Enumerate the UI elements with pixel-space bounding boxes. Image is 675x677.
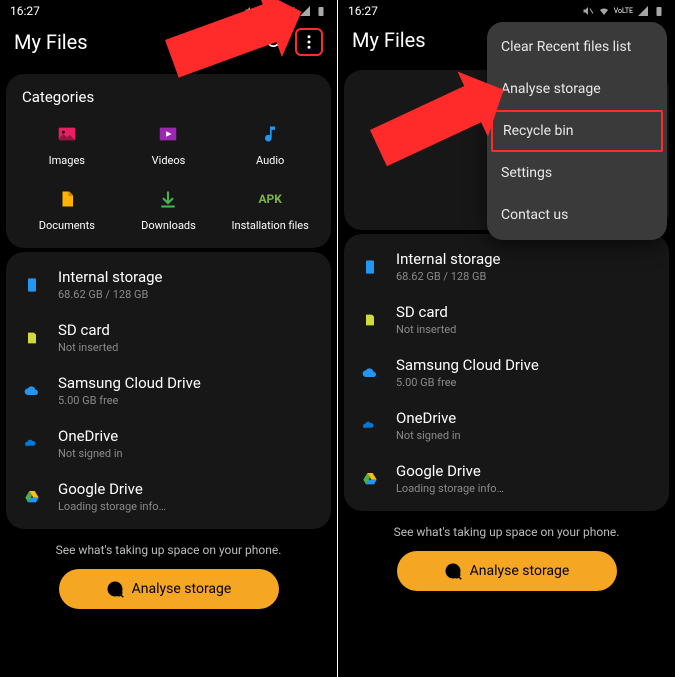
storage-sub: Loading storage info…: [396, 482, 504, 495]
storage-card: Internal storage 68.62 GB / 128 GB SD car…: [6, 252, 331, 529]
status-icons: VoLTE: [582, 5, 665, 17]
analyse-label: Analyse storage: [470, 563, 570, 579]
storage-sub: Not inserted: [58, 341, 118, 354]
category-label: Images: [49, 154, 85, 167]
categories-title: Categories: [22, 88, 315, 106]
phone-icon: [20, 273, 44, 297]
categories-card: Categories Images Videos Audio Documents…: [6, 74, 331, 248]
storage-sub: 5.00 GB free: [396, 376, 539, 389]
category-label: Audio: [256, 154, 284, 167]
category-label: Documents: [39, 219, 95, 232]
storage-card: Internal storage 68.62 GB / 128 GB SD car…: [344, 234, 669, 511]
storage-sub: 68.62 GB / 128 GB: [396, 270, 501, 283]
category-images[interactable]: Images: [16, 120, 118, 167]
document-icon: [53, 185, 81, 213]
storage-sdcard[interactable]: SD card Not inserted: [16, 311, 321, 364]
onedrive-icon: [358, 414, 382, 438]
storage-sub: 68.62 GB / 128 GB: [58, 288, 163, 301]
music-icon: [256, 120, 284, 148]
storage-name: SD card: [396, 303, 456, 321]
storage-gdrive[interactable]: Google Drive Loading storage info…: [16, 470, 321, 523]
storage-sub: Not inserted: [396, 323, 456, 336]
phone-left: 16:27 VoLTE My Files Categories Images V…: [0, 0, 337, 677]
storage-name: Internal storage: [58, 268, 163, 286]
category-audio[interactable]: Audio: [219, 120, 321, 167]
storage-name: Samsung Cloud Drive: [396, 356, 539, 374]
statusbar: 16:27 VoLTE: [338, 0, 675, 20]
sdcard-icon: [20, 326, 44, 350]
menu-analyse-storage[interactable]: Analyse storage: [487, 68, 667, 110]
storage-name: OneDrive: [396, 409, 461, 427]
storage-internal[interactable]: Internal storage 68.62 GB / 128 GB: [354, 240, 659, 293]
bottom-hint: See what's taking up space on your phone…: [0, 543, 337, 557]
storage-sub: Not signed in: [58, 447, 123, 460]
storage-sdcard[interactable]: SD card Not inserted: [354, 293, 659, 346]
categories-grid: Images Videos Audio Documents Downloads …: [16, 120, 321, 232]
clock: 16:27: [348, 4, 378, 18]
storage-onedrive[interactable]: OneDrive Not signed in: [354, 399, 659, 452]
storage-name: Google Drive: [396, 462, 504, 480]
battery-icon: [653, 5, 665, 17]
menu-recycle-bin[interactable]: Recycle bin: [491, 110, 663, 152]
play-icon: [154, 120, 182, 148]
gdrive-icon: [358, 467, 382, 491]
storage-name: Google Drive: [58, 480, 166, 498]
storage-samsungcloud[interactable]: Samsung Cloud Drive 5.00 GB free: [354, 346, 659, 399]
gdrive-icon: [20, 485, 44, 509]
storage-sub: Loading storage info…: [58, 500, 166, 513]
analyse-storage-button[interactable]: Analyse storage: [397, 551, 617, 591]
network-label: VoLTE: [614, 8, 633, 15]
category-documents[interactable]: Documents: [16, 185, 118, 232]
battery-icon: [315, 5, 327, 17]
analyse-icon: [106, 580, 124, 598]
analyse-icon: [444, 562, 462, 580]
clock: 16:27: [10, 4, 40, 18]
category-label: Downloads: [141, 219, 196, 232]
category-videos[interactable]: Videos: [118, 120, 220, 167]
storage-name: OneDrive: [58, 427, 123, 445]
wifi-icon: [598, 5, 610, 17]
image-icon: [53, 120, 81, 148]
analyse-storage-button[interactable]: Analyse storage: [59, 569, 279, 609]
menu-clear-recent[interactable]: Clear Recent files list: [487, 26, 667, 68]
storage-sub: Not signed in: [396, 429, 461, 442]
phone-icon: [358, 255, 382, 279]
category-apk[interactable]: APK Installation files: [219, 185, 321, 232]
sdcard-icon: [358, 308, 382, 332]
bottom-hint: See what's taking up space on your phone…: [338, 525, 675, 539]
storage-name: Samsung Cloud Drive: [58, 374, 201, 392]
download-icon: [154, 185, 182, 213]
cloud-icon: [20, 379, 44, 403]
category-downloads[interactable]: Downloads: [118, 185, 220, 232]
storage-sub: 5.00 GB free: [58, 394, 201, 407]
storage-internal[interactable]: Internal storage 68.62 GB / 128 GB: [16, 258, 321, 311]
category-label: Installation files: [232, 219, 309, 232]
cloud-icon: [358, 361, 382, 385]
category-label: Videos: [152, 154, 186, 167]
overflow-menu: Clear Recent files list Analyse storage …: [487, 22, 667, 240]
storage-gdrive[interactable]: Google Drive Loading storage info…: [354, 452, 659, 505]
storage-onedrive[interactable]: OneDrive Not signed in: [16, 417, 321, 470]
apk-icon: APK: [256, 185, 284, 213]
analyse-label: Analyse storage: [132, 581, 232, 597]
storage-name: Internal storage: [396, 250, 501, 268]
menu-settings[interactable]: Settings: [487, 152, 667, 194]
mute-icon: [582, 5, 594, 17]
onedrive-icon: [20, 432, 44, 456]
storage-name: SD card: [58, 321, 118, 339]
signal-icon: [637, 5, 649, 17]
menu-contact-us[interactable]: Contact us: [487, 194, 667, 236]
storage-samsungcloud[interactable]: Samsung Cloud Drive 5.00 GB free: [16, 364, 321, 417]
